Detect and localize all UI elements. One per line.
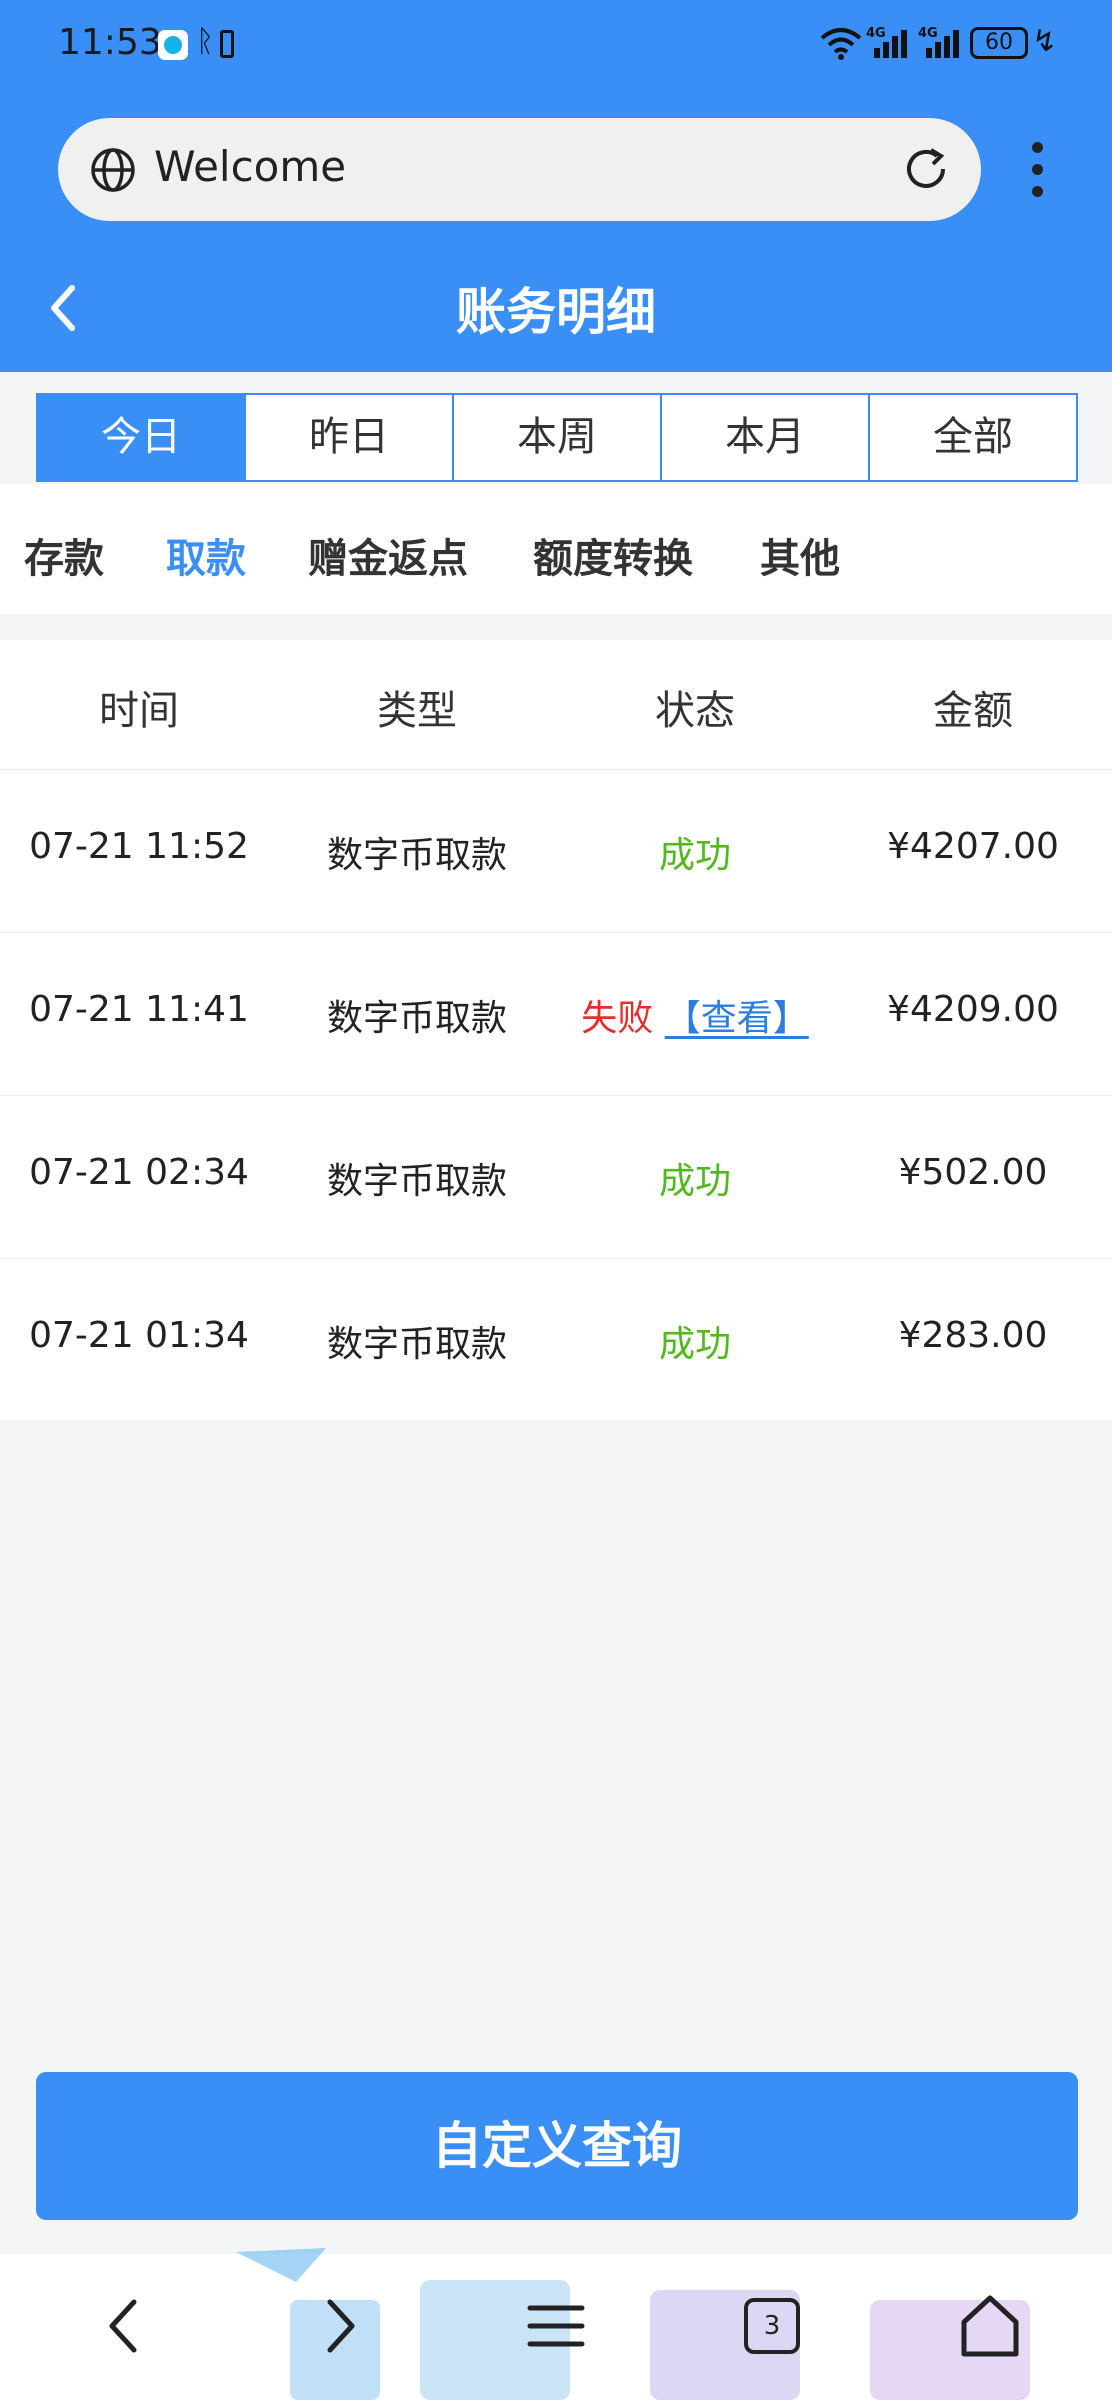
column-status: 状态 [655,688,735,734]
category-withdraw[interactable]: 取款 [166,526,246,584]
row-status: 成功 [658,1324,731,1365]
period-tabs: 今日 昨日 本周 本月 全部 [36,393,1078,482]
tab-this-month[interactable]: 本月 [660,395,868,480]
row-type: 数字币取款 [326,835,507,876]
custom-query-button[interactable]: 自定义查询 [36,2072,1078,2220]
row-status-cell: 失败 【查看】 [556,989,834,1041]
vibrate-icon [220,30,234,58]
bluetooth-icon: ᚱ [196,24,214,59]
row-time: 07-21 11:41 [29,989,249,1030]
row-amount: ¥502.00 [898,1152,1048,1193]
status-bar: 11:53 ᚱ 4G 4G 60 ↯ [0,0,1112,90]
column-amount: 金额 [933,688,1013,734]
more-icon[interactable] [1020,138,1056,202]
category-bonus-rebate[interactable]: 赠金返点 [308,526,468,584]
table-row: 07-21 01:34 数字币取款 成功 ¥283.00 [0,1259,1112,1422]
table-row: 07-21 11:52 数字币取款 成功 ¥4207.00 [0,770,1112,933]
row-amount: ¥283.00 [898,1315,1048,1356]
tab-all[interactable]: 全部 [868,395,1076,480]
records-table: 时间 类型 状态 金额 07-21 11:52 数字币取款 成功 ¥4207.0… [0,640,1112,1420]
category-bar: 存款 取款 赠金返点 额度转换 其他 [0,484,1112,614]
row-type: 数字币取款 [326,1324,507,1365]
row-status: 成功 [658,1161,731,1202]
table-row: 07-21 11:41 数字币取款 失败 【查看】 ¥4209.00 [0,933,1112,1096]
battery-icon: 60 [970,27,1028,59]
page-title: 账务明细 [456,283,656,341]
charging-icon: ↯ [1032,24,1058,59]
wifi-icon [820,28,862,60]
row-time: 07-21 01:34 [29,1315,249,1356]
row-status: 失败 [581,998,654,1039]
tabs-icon[interactable]: 3 [744,2298,800,2354]
tab-yesterday[interactable]: 昨日 [244,395,452,480]
reload-icon[interactable] [901,144,951,194]
app-notification-icon [158,30,188,60]
row-amount: ¥4207.00 [887,826,1059,867]
column-time: 时间 [99,688,179,734]
nav-back-icon[interactable] [94,2290,158,2362]
table-header: 时间 类型 状态 金额 [0,640,1112,770]
category-deposit[interactable]: 存款 [24,526,104,584]
nav-forward-icon[interactable] [306,2290,370,2362]
row-time: 07-21 11:52 [29,826,249,867]
category-credit-transfer[interactable]: 额度转换 [533,526,693,584]
signal-icon: 4G [866,26,916,60]
category-other[interactable]: 其他 [760,526,840,584]
signal-icon-2: 4G [918,26,968,60]
address-bar[interactable]: Welcome [58,118,981,221]
row-status: 成功 [658,835,731,876]
table-row: 07-21 02:34 数字币取款 成功 ¥502.00 [0,1096,1112,1259]
status-time: 11:53 [58,22,162,63]
home-icon[interactable] [958,2290,1022,2362]
column-type: 类型 [377,688,457,734]
url-text: Welcome [154,142,347,191]
globe-icon [91,148,135,192]
tab-this-week[interactable]: 本周 [452,395,660,480]
row-amount: ¥4209.00 [887,989,1059,1030]
row-type: 数字币取款 [326,998,507,1039]
nav-menu-icon[interactable] [524,2290,588,2362]
view-detail-link[interactable]: 【查看】 [665,998,809,1039]
row-time: 07-21 02:34 [29,1152,249,1193]
tab-today[interactable]: 今日 [38,395,244,480]
row-type: 数字币取款 [326,1161,507,1202]
